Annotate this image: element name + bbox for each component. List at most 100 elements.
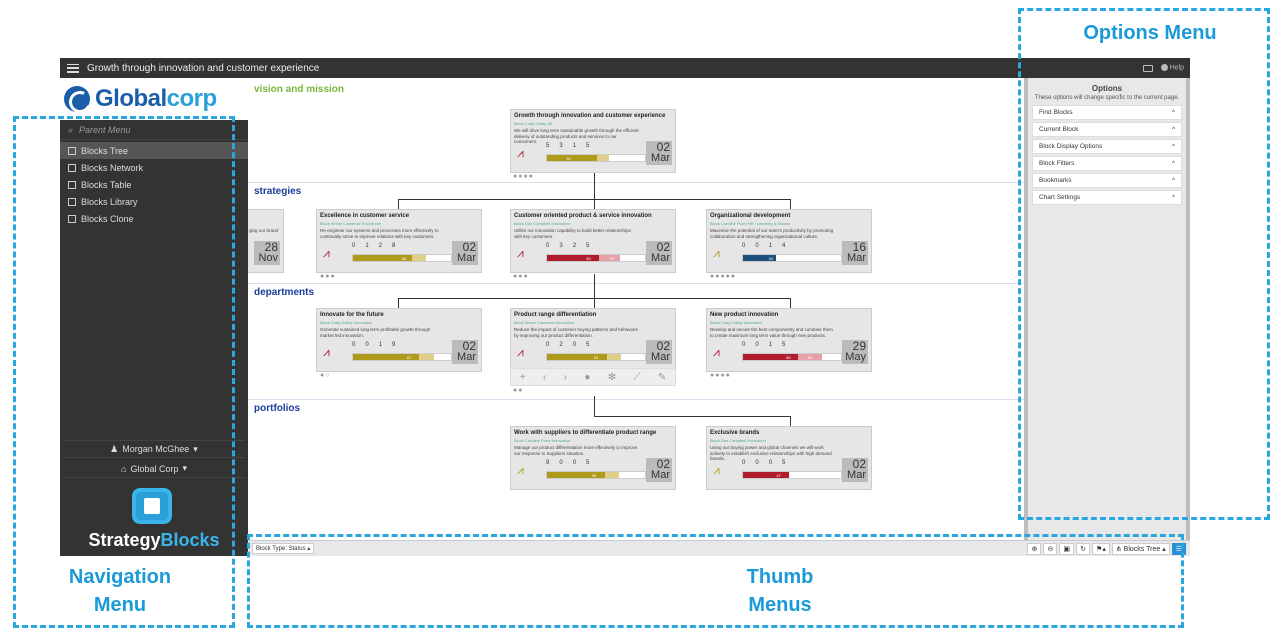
stat-value: 5 bbox=[782, 342, 786, 348]
stat-value: 5 bbox=[782, 460, 786, 466]
comments-button[interactable]: ● bbox=[584, 372, 590, 383]
due-month: Mar bbox=[457, 252, 476, 264]
progress-label: 34 bbox=[768, 256, 773, 261]
logo-text-accent: corp bbox=[166, 85, 218, 112]
progress-bar: 34 bbox=[742, 254, 842, 262]
link-button[interactable]: ⟋ bbox=[634, 372, 641, 383]
block-meta: Block Don Campbell Innovation bbox=[514, 221, 570, 226]
navigation-menu-annotation-line2: Menu bbox=[93, 594, 147, 616]
pulse-icon: ⩘ bbox=[517, 246, 524, 260]
block-description: Manage our product differentiation more … bbox=[514, 445, 638, 456]
progress-label: 51 bbox=[566, 156, 572, 161]
due-date: 02 Mar bbox=[452, 340, 478, 364]
progress-bar: 51 bbox=[546, 154, 646, 162]
stat-value: 0 bbox=[742, 243, 746, 249]
due-month: Nov bbox=[258, 252, 278, 264]
child-indicator-dots[interactable]: ●●●●● bbox=[710, 273, 736, 280]
child-indicator-dots[interactable]: ●●●● bbox=[710, 372, 731, 379]
due-month: Mar bbox=[651, 252, 670, 264]
block-card-root[interactable]: Growth through innovation and customer e… bbox=[510, 109, 676, 173]
stat-value: 9 bbox=[546, 460, 550, 466]
progress-label: 47 bbox=[776, 473, 781, 478]
settings-gear-button[interactable]: ✻ bbox=[608, 372, 616, 383]
block-stats: 0 0 0 5 bbox=[742, 460, 785, 466]
stat-value: 2 bbox=[378, 243, 383, 249]
block-title: New product innovation bbox=[710, 312, 779, 318]
stat-value: 5 bbox=[586, 143, 590, 149]
due-date: 29 May bbox=[842, 340, 868, 364]
progress-label: 60 bbox=[402, 256, 407, 261]
globalcorp-logo: Globalcorp bbox=[60, 78, 248, 120]
stat-value: 2 bbox=[572, 243, 577, 249]
progress-fill bbox=[743, 472, 790, 478]
block-description: Develop and secure the best componentry … bbox=[710, 327, 833, 338]
due-date: 28 Nov bbox=[254, 241, 280, 265]
due-date: 02 Mar bbox=[842, 458, 868, 482]
level-title-vision: vision and mission bbox=[254, 84, 345, 95]
block-card-portfolio-1[interactable]: Work with suppliers to differentiate pro… bbox=[510, 426, 676, 490]
stat-value: 0 bbox=[755, 243, 759, 249]
block-meta: Block Craig Cailey All bbox=[514, 121, 553, 126]
block-card-strategy-3[interactable]: Organizational development Block Carolin… bbox=[706, 209, 872, 273]
move-right-button[interactable]: › bbox=[564, 372, 567, 383]
block-card-department-2[interactable]: Product range differentiation Block Simo… bbox=[510, 308, 676, 372]
block-stats: 0 0 1 9 bbox=[352, 342, 395, 348]
level-title-portfolios: portfolios bbox=[254, 403, 301, 414]
stat-value: 1 bbox=[365, 243, 369, 249]
child-indicator-dots[interactable]: ●●● bbox=[513, 273, 529, 280]
progress-fill-target bbox=[411, 255, 426, 261]
tree-connector bbox=[594, 396, 595, 416]
block-card-portfolio-2[interactable]: Exclusive brands Block Don Campbell Inno… bbox=[706, 426, 872, 490]
add-child-button[interactable]: + bbox=[520, 372, 526, 383]
block-stats: 0 0 1 4 bbox=[742, 243, 785, 249]
pulse-icon: ⩘ bbox=[517, 345, 524, 359]
stat-value: 1 bbox=[378, 342, 383, 348]
stat-value: 1 bbox=[768, 243, 773, 249]
block-description: ging our brand bbox=[249, 228, 279, 233]
progress-label: 61 bbox=[594, 355, 599, 360]
block-card-strategy-1[interactable]: Excellence in customer service Block Sim… bbox=[316, 209, 482, 273]
tree-connector bbox=[790, 298, 791, 308]
pulse-icon: ⩘ bbox=[323, 246, 330, 260]
block-card-department-3[interactable]: New product innovation Block Craig Caile… bbox=[706, 308, 872, 372]
blocks-tree-canvas[interactable]: vision and mission strategies department… bbox=[248, 78, 1024, 540]
block-card-strategy-2[interactable]: Customer oriented product & service inno… bbox=[510, 209, 676, 273]
stat-value: 0 bbox=[559, 460, 563, 466]
progress-label: 67 bbox=[406, 355, 412, 360]
hamburger-menu-icon[interactable] bbox=[67, 63, 79, 73]
block-card-partial[interactable]: ging our brand 28 Nov bbox=[248, 209, 284, 273]
move-left-button[interactable]: ‹ bbox=[543, 372, 546, 383]
progress-label: 59 bbox=[592, 473, 597, 478]
stat-value: 0 bbox=[352, 342, 356, 348]
child-indicator-dots[interactable]: ●● bbox=[513, 387, 523, 394]
child-indicator-dots[interactable]: ●●● bbox=[320, 273, 336, 280]
level-divider bbox=[248, 182, 1024, 183]
block-card-toolbar: + ‹ › ● ✻ ⟋ ✎ bbox=[510, 368, 676, 386]
block-meta: Block Simon Lawrence Innovation bbox=[514, 320, 575, 325]
child-indicator-dots[interactable]: ●●●● bbox=[513, 173, 534, 180]
block-card-department-1[interactable]: Innovate for the future Block Craig Cail… bbox=[316, 308, 482, 372]
block-meta: Block Caroline Purre Innovation bbox=[514, 438, 571, 443]
block-meta: Block Simon Lawrence Excellence bbox=[320, 221, 382, 226]
pulse-icon: ⩘ bbox=[517, 146, 524, 160]
stat-value: 0 bbox=[546, 342, 550, 348]
block-title: Exclusive brands bbox=[710, 430, 760, 436]
stat-value: 1 bbox=[572, 143, 577, 149]
block-title: Product range differentiation bbox=[514, 312, 597, 318]
block-stats: 9 0 0 5 bbox=[546, 460, 589, 466]
block-description: Reduce the impact of customer buying pat… bbox=[514, 327, 638, 338]
block-meta: Block Caroline Purre HR / Learning & Gro… bbox=[710, 221, 791, 226]
due-date: 02 Mar bbox=[452, 241, 478, 265]
edit-pencil-button[interactable]: ✎ bbox=[658, 372, 666, 383]
tree-connector bbox=[790, 416, 791, 426]
stat-value: 0 bbox=[742, 460, 746, 466]
tree-connector bbox=[594, 173, 595, 199]
progress-fill bbox=[547, 255, 599, 261]
progress-fill-target bbox=[606, 354, 622, 360]
block-stats: 0 1 2 8 bbox=[352, 243, 395, 249]
stat-value: 9 bbox=[392, 342, 396, 348]
child-indicator-dots[interactable]: ●○ bbox=[320, 372, 330, 379]
block-title: Excellence in customer service bbox=[320, 213, 410, 219]
block-meta: Block Craig Cailey Innovation bbox=[710, 320, 763, 325]
stat-value: 0 bbox=[755, 342, 759, 348]
